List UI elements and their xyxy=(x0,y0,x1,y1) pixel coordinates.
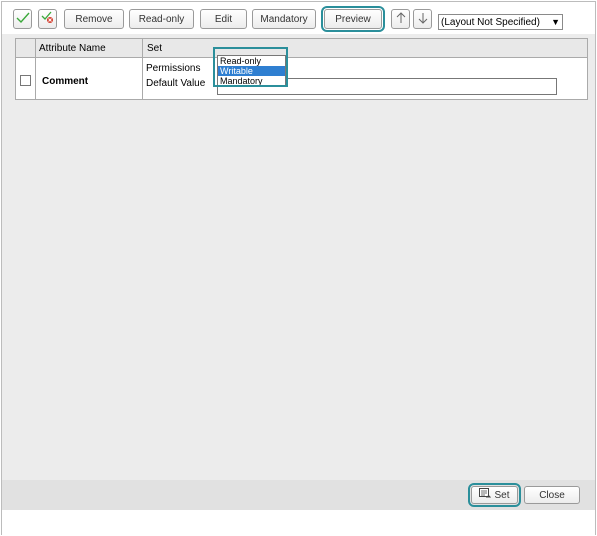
column-header-attribute-name: Attribute Name xyxy=(39,43,106,54)
layout-select-value: (Layout Not Specified) xyxy=(441,16,540,28)
toolbar: Remove Read-only Edit Mandatory Preview … xyxy=(2,2,595,34)
layout-select[interactable]: (Layout Not Specified) ▼ xyxy=(438,14,563,30)
column-divider xyxy=(35,39,36,99)
move-down-button[interactable] xyxy=(413,9,432,29)
mandatory-button[interactable]: Mandatory xyxy=(252,9,316,29)
readonly-button[interactable]: Read-only xyxy=(129,9,194,29)
check-icon xyxy=(16,12,30,27)
column-header-set: Set xyxy=(147,43,163,54)
dialog-frame: Remove Read-only Edit Mandatory Preview … xyxy=(1,1,596,536)
preview-button[interactable]: Preview xyxy=(321,6,385,32)
arrow-up-icon xyxy=(396,11,406,27)
uncheck-icon xyxy=(41,11,55,27)
permissions-label: Permissions xyxy=(146,63,201,74)
close-button[interactable]: Close xyxy=(524,486,580,504)
remove-button[interactable]: Remove xyxy=(64,9,124,29)
arrow-down-icon xyxy=(418,12,428,27)
default-value-label: Default Value xyxy=(146,78,206,89)
dropdown-highlight xyxy=(213,47,288,87)
check-all-button[interactable] xyxy=(13,9,32,29)
set-icon xyxy=(479,488,492,502)
move-up-button[interactable] xyxy=(391,9,410,29)
uncheck-all-button[interactable] xyxy=(38,9,57,29)
row-checkbox[interactable] xyxy=(20,75,31,86)
attribute-name-cell: Comment xyxy=(42,76,89,87)
dialog-footer: Set Close xyxy=(2,480,595,510)
column-divider xyxy=(142,39,143,99)
set-label: Set xyxy=(494,489,510,501)
set-button[interactable]: Set xyxy=(468,483,521,507)
status-strip xyxy=(2,510,595,536)
attribute-grid: Attribute Name Set Comment Permissions D… xyxy=(15,38,588,100)
edit-button[interactable]: Edit xyxy=(200,9,247,29)
chevron-down-icon: ▼ xyxy=(551,17,560,27)
